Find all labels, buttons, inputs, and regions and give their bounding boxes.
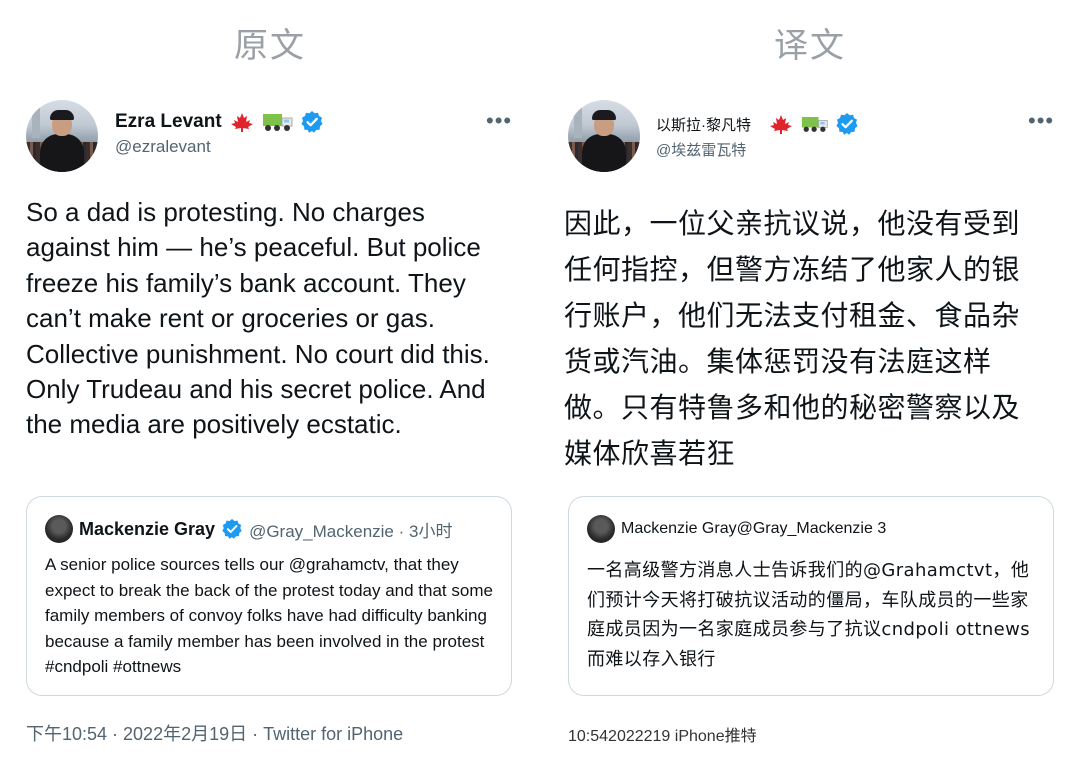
author-name-row: 以斯拉·黎凡特	[656, 112, 859, 136]
quoted-author-name: Mackenzie Gray	[79, 518, 216, 539]
translation-panel: 译文 以斯拉·黎凡特 @埃兹雷瓦特 ••• 因此，一位父亲抗议说，他没有受到任何…	[540, 0, 1080, 772]
author-name[interactable]: 以斯拉·黎凡特	[656, 114, 751, 135]
more-options-button[interactable]: •••	[1028, 108, 1054, 134]
maple-leaf-flag-icon	[230, 113, 253, 132]
author-name-row: Ezra Levant	[115, 110, 324, 134]
original-heading: 原文	[234, 26, 306, 66]
verified-badge-icon	[301, 111, 323, 133]
more-options-button[interactable]: •••	[486, 108, 512, 134]
truck-icon	[262, 114, 293, 131]
verified-badge-icon	[222, 518, 242, 539]
original-panel: 原文 Ezra Levant @ezralevant ••• So a dad …	[0, 0, 540, 772]
maple-leaf-flag-icon	[770, 115, 792, 134]
verified-badge-icon	[836, 113, 858, 135]
quoted-author-handle: @Gray_Mackenzie · 3小时	[249, 521, 453, 541]
quoted-author-avatar[interactable]	[587, 515, 615, 543]
author-avatar[interactable]	[568, 100, 640, 172]
tweet-timestamp[interactable]: 10:542022219 iPhone推特	[568, 722, 757, 746]
tweet-timestamp[interactable]: 下午10:54 · 2022年2月19日 · Twitter for iPhon…	[26, 720, 403, 746]
truck-icon	[801, 117, 828, 132]
quoted-author-avatar[interactable]	[45, 515, 73, 543]
tweet-text: So a dad is protesting. No charges again…	[26, 197, 490, 440]
tweet-text: 因此，一位父亲抗议说，他没有受到任何指控，但警方冻结了他家人的银行账户，他们无法…	[564, 207, 1021, 470]
author-handle[interactable]: @ezralevant	[115, 137, 211, 157]
translation-heading: 译文	[774, 26, 846, 66]
quoted-tweet-header: Mackenzie Gray@Gray_Mackenzie 3	[587, 515, 1043, 543]
quoted-tweet[interactable]: Mackenzie Gray @Gray_Mackenzie · 3小时 A s…	[26, 496, 512, 696]
author-name[interactable]: Ezra Levant	[115, 111, 222, 133]
quoted-tweet[interactable]: Mackenzie Gray@Gray_Mackenzie 3 一名高级警方消息…	[568, 496, 1054, 696]
quoted-author-header: Mackenzie Gray@Gray_Mackenzie 3	[621, 520, 887, 537]
author-handle[interactable]: @埃兹雷瓦特	[656, 139, 746, 160]
quoted-tweet-text: A senior police sources tells our @graha…	[45, 555, 493, 676]
quoted-tweet-header: Mackenzie Gray @Gray_Mackenzie · 3小时	[45, 515, 501, 543]
author-avatar[interactable]	[26, 100, 98, 172]
quoted-tweet-text: 一名高级警方消息人士告诉我们的@Grahamctvt，他们预计今天将打破抗议活动…	[587, 560, 1031, 670]
